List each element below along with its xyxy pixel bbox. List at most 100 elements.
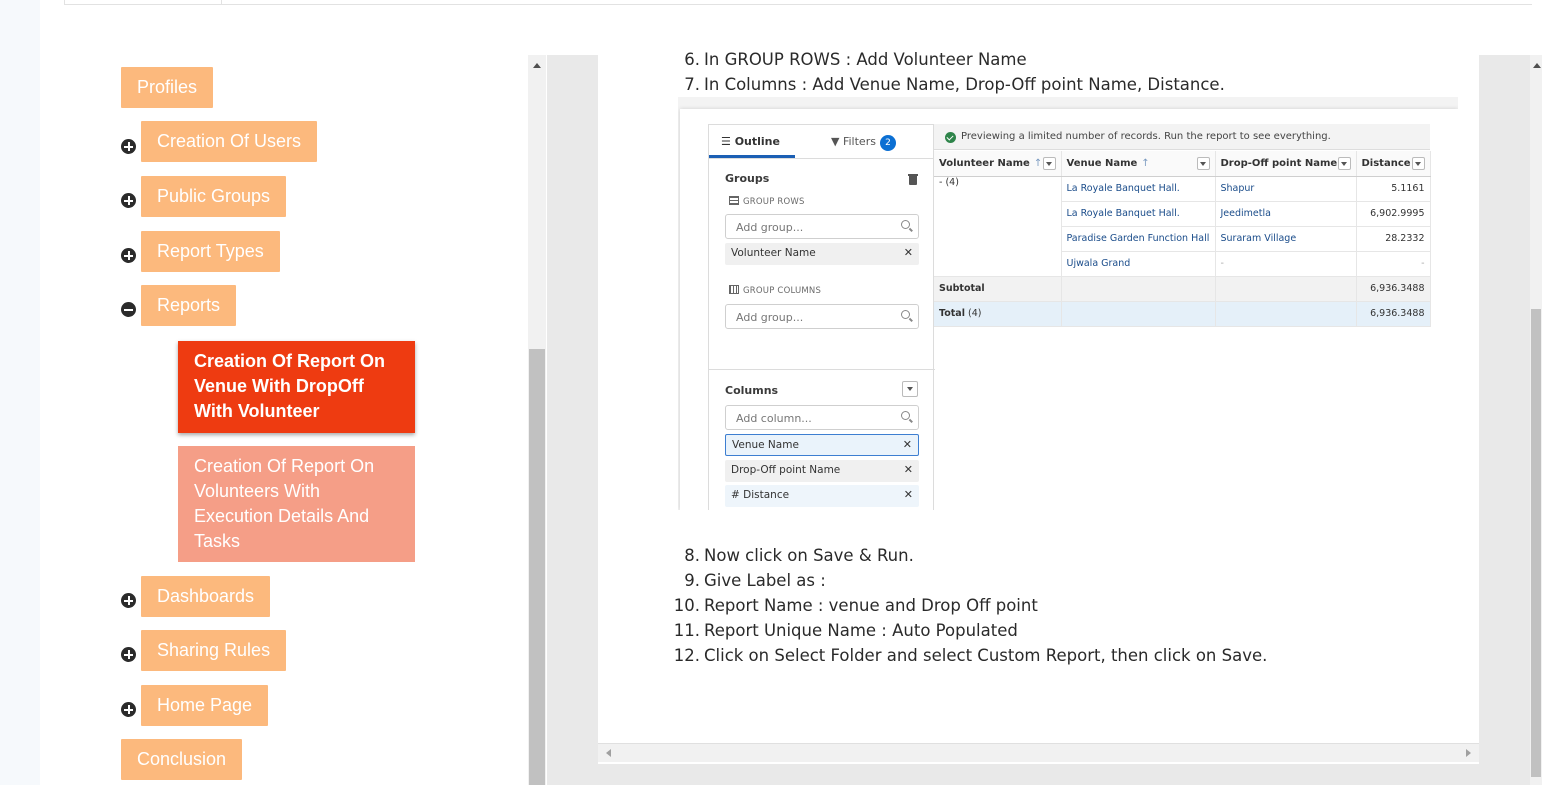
nav-item-dashboards[interactable]: Dashboards (141, 576, 271, 617)
nav-subitem-report-venue-dropoff[interactable]: Creation Of Report On Venue With DropOff… (178, 341, 415, 433)
column-pill-label: # Distance (731, 489, 790, 501)
group-rows-label: GROUP ROWS (729, 196, 805, 207)
total-label: Total (939, 308, 965, 319)
nav-item-report-types[interactable]: Report Types (141, 231, 280, 272)
expand-plus-icon[interactable] (121, 193, 136, 208)
search-icon (901, 310, 910, 319)
divider (709, 158, 935, 159)
search-icon (901, 220, 910, 229)
step-number: 12. (673, 646, 700, 665)
column-pill-venue-name[interactable]: Venue Name ✕ (725, 434, 919, 456)
tab-filters[interactable]: ▼ Filters 2 (831, 135, 896, 151)
step-item: 11. Report Unique Name : Auto Populated (660, 618, 1267, 643)
columns-title: Columns (725, 384, 779, 397)
remove-icon[interactable]: ✕ (904, 246, 913, 259)
remove-icon[interactable]: ✕ (904, 488, 913, 501)
nav-item-conclusion[interactable]: Conclusion (121, 739, 243, 780)
step-number: 9. (684, 571, 700, 590)
cell-dropoff: - (1215, 251, 1357, 277)
column-pill-dropoff-name[interactable]: Drop-Off point Name ✕ (725, 460, 919, 482)
sidebar-scrollbar-thumb[interactable] (529, 349, 545, 785)
group-row-pill[interactable]: Volunteer Name ✕ (725, 243, 919, 265)
group-columns-search-input[interactable]: Add group... (725, 304, 919, 329)
steps-list-after: 8. Now click on Save & Run. 9. Give Label … (660, 543, 1268, 668)
horizontal-scrollbar[interactable] (598, 743, 1479, 762)
cell-distance: 5.1161 (1356, 176, 1431, 202)
steps-list-before: 6. In GROUP ROWS : Add Volunteer Name 7. I… (660, 47, 1225, 97)
rows-icon (729, 196, 739, 205)
chevron-down-icon[interactable] (1337, 157, 1351, 170)
step-item: 7. In Columns : Add Venue Name, Drop-Off … (660, 72, 1225, 97)
filters-count-badge: 2 (879, 135, 896, 151)
step-text: Report Name : venue and Drop Off point (704, 596, 1038, 615)
search-icon (901, 411, 910, 420)
columns-placeholder: Add column... (736, 412, 812, 425)
expand-plus-icon[interactable] (121, 702, 136, 717)
step-text: Click on Select Folder and select Custom… (704, 646, 1268, 665)
subtotal-value: 6,936.3488 (1356, 276, 1431, 302)
col-header-label: Drop-Off point Name (1220, 157, 1338, 169)
cell-dropoff[interactable]: Shapur (1215, 176, 1357, 202)
expand-plus-icon[interactable] (121, 593, 136, 608)
sort-up-icon: ↑ (1033, 157, 1043, 169)
col-header-volunteer-name[interactable]: Volunteer Name ↑ (934, 151, 1062, 177)
expand-plus-icon[interactable] (121, 248, 136, 263)
cell-distance: 28.2332 (1356, 226, 1431, 252)
subtotal-label: Subtotal (934, 276, 1062, 302)
top-tab[interactable] (64, 0, 222, 5)
tab-outline[interactable]: ☰ Outline (709, 125, 795, 158)
nav-subitem-report-volunteers-execution[interactable]: Creation Of Report On Volunteers With Ex… (178, 446, 415, 562)
cell-venue[interactable]: La Royale Banquet Hall. (1061, 176, 1216, 202)
col-header-distance[interactable]: Distance (1356, 151, 1431, 177)
cell-venue[interactable]: Paradise Garden Function Hall (1061, 226, 1216, 252)
group-rows-label-text: GROUP ROWS (743, 197, 805, 207)
nav-item-sharing-rules[interactable]: Sharing Rules (141, 630, 287, 671)
sort-up-icon: ↑ (1141, 157, 1150, 169)
group-columns-placeholder: Add group... (736, 311, 804, 324)
chevron-down-icon[interactable] (1411, 157, 1425, 170)
column-pill-label: Venue Name (732, 439, 799, 451)
total-cell: Total (4) (934, 301, 1062, 327)
empty-cell (1215, 301, 1357, 327)
step-number: 11. (673, 621, 700, 640)
step-number: 8. (684, 546, 700, 565)
cell-distance: 6,902.9995 (1356, 201, 1431, 227)
expand-plus-icon[interactable] (121, 647, 136, 662)
group-row-pill-label: Volunteer Name (731, 247, 816, 259)
scroll-up-arrow-icon[interactable] (1533, 63, 1541, 68)
step-item: 10. Report Name : venue and Drop Off poin… (660, 593, 1267, 618)
nav-item-reports[interactable]: Reports (141, 285, 237, 326)
expand-plus-icon[interactable] (121, 139, 136, 154)
step-text: In GROUP ROWS : Add Volunteer Name (704, 50, 1027, 69)
columns-search-input[interactable]: Add column... (725, 405, 919, 430)
chevron-down-icon[interactable] (902, 381, 918, 397)
col-header-dropoff-name[interactable]: Drop-Off point Name (1215, 151, 1357, 177)
total-value: 6,936.3488 (1356, 301, 1431, 327)
step-item: 6. In GROUP ROWS : Add Volunteer Name (660, 47, 1225, 72)
nav-item-home-page[interactable]: Home Page (141, 685, 269, 726)
nav-item-public-groups[interactable]: Public Groups (141, 176, 287, 217)
collapse-minus-icon[interactable] (121, 302, 136, 317)
col-header-venue-name[interactable]: Venue Name ↑ (1061, 151, 1216, 177)
remove-icon[interactable]: ✕ (903, 438, 912, 451)
page-scrollbar-thumb[interactable] (1531, 309, 1541, 777)
column-pill-distance[interactable]: # Distance ✕ (725, 485, 919, 507)
scroll-up-arrow-icon[interactable] (533, 63, 541, 68)
group-rows-search-input[interactable]: Add group... (725, 214, 919, 239)
cell-dropoff[interactable]: Jeedimetla (1215, 201, 1357, 227)
cell-venue[interactable]: La Royale Banquet Hall. (1061, 201, 1216, 227)
nav-item-profiles[interactable]: Profiles (121, 67, 214, 108)
nav-item-creation-of-users[interactable]: Creation Of Users (141, 121, 318, 162)
step-text: Now click on Save & Run. (704, 546, 914, 565)
chevron-down-icon[interactable] (1196, 157, 1210, 170)
list-icon: ☰ (721, 135, 735, 148)
chevron-down-icon[interactable] (1042, 157, 1056, 170)
cell-venue[interactable]: Ujwala Grand (1061, 251, 1216, 277)
cell-dropoff[interactable]: Suraram Village (1215, 226, 1357, 252)
left-gutter (0, 0, 40, 785)
check-circle-icon (945, 132, 956, 143)
scroll-right-arrow-icon[interactable] (1466, 749, 1471, 757)
remove-icon[interactable]: ✕ (904, 463, 913, 476)
trash-icon[interactable] (908, 174, 918, 185)
scroll-left-arrow-icon[interactable] (606, 749, 611, 757)
